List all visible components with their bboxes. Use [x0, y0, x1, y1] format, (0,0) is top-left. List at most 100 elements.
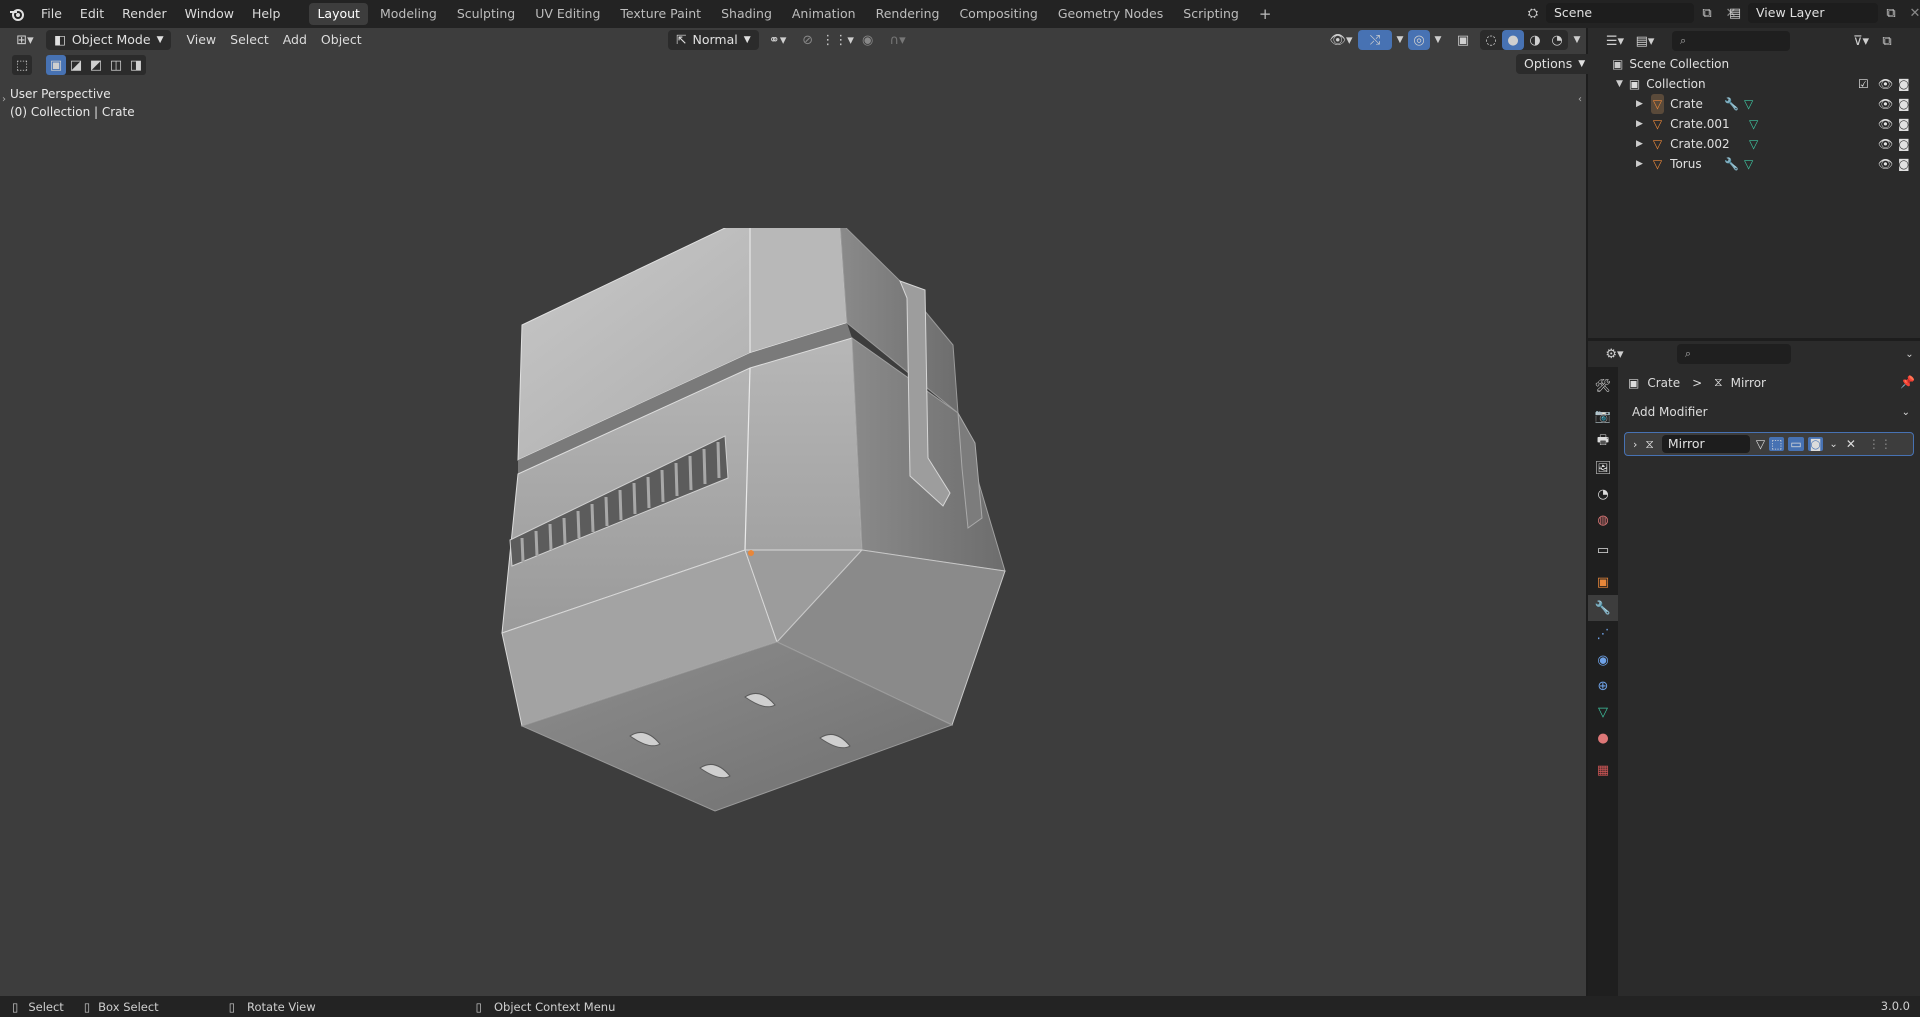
- select-new-icon[interactable]: ▣: [46, 55, 66, 75]
- new-collection-icon[interactable]: ⧉: [1876, 31, 1898, 51]
- display-mode-icon[interactable]: ▤▾: [1630, 31, 1660, 51]
- tab-shading[interactable]: Shading: [713, 3, 780, 25]
- material-shading-icon[interactable]: ◑: [1524, 30, 1546, 50]
- texture-tab-icon[interactable]: ▦: [1588, 757, 1618, 783]
- chevron-down-icon[interactable]: ▼: [1394, 30, 1406, 50]
- expand-icon[interactable]: ▶: [1636, 154, 1643, 174]
- tab-uv-editing[interactable]: UV Editing: [527, 3, 608, 25]
- expand-icon[interactable]: ▶: [1636, 114, 1643, 134]
- transform-orientation-dropdown[interactable]: ⇱ Normal ▼: [668, 30, 759, 50]
- tab-modeling[interactable]: Modeling: [372, 3, 445, 25]
- solid-shading-icon[interactable]: ●: [1502, 30, 1524, 50]
- eye-icon[interactable]: 👁: [1878, 74, 1893, 94]
- new-scene-icon[interactable]: ⧉: [1696, 3, 1718, 23]
- options-dropdown[interactable]: Options ▼: [1516, 54, 1594, 74]
- tab-rendering[interactable]: Rendering: [868, 3, 948, 25]
- physics-tab-icon[interactable]: ◉: [1588, 647, 1618, 673]
- collection-row[interactable]: ▼ ▣ Collection ☑ 👁 ◙: [1588, 74, 1920, 94]
- particles-tab-icon[interactable]: ⋰: [1588, 621, 1618, 647]
- constraints-tab-icon[interactable]: ⊕: [1588, 673, 1618, 699]
- checkbox-icon[interactable]: ☑: [1858, 74, 1869, 94]
- select-extend-icon[interactable]: ◪: [66, 55, 86, 75]
- camera-icon[interactable]: ◙: [1898, 114, 1910, 134]
- xray-icon[interactable]: ▣: [1452, 30, 1474, 50]
- delete-view-layer-icon[interactable]: ✕: [1904, 3, 1920, 23]
- camera-icon[interactable]: ◙: [1898, 134, 1910, 154]
- modifier-tab-icon[interactable]: 🔧: [1588, 595, 1618, 621]
- tab-geometry-nodes[interactable]: Geometry Nodes: [1050, 3, 1171, 25]
- pin-icon[interactable]: 📌: [1900, 375, 1915, 389]
- editor-type-icon[interactable]: ⚙▾: [1600, 344, 1629, 364]
- menu-file[interactable]: File: [32, 0, 71, 28]
- menu-view[interactable]: View: [179, 29, 223, 51]
- falloff-icon[interactable]: ∩▾: [883, 30, 913, 50]
- object-tab-icon[interactable]: ▣: [1588, 569, 1618, 595]
- outliner-item-crate-002[interactable]: ▶ ▽ Crate.002 ▽ 👁 ◙: [1588, 134, 1920, 154]
- snap-toggle-icon[interactable]: ⊘: [797, 30, 819, 50]
- crate-model[interactable]: [470, 228, 1030, 828]
- edit-mode-icon[interactable]: ⬚: [1769, 437, 1785, 451]
- add-workspace-button[interactable]: +: [1251, 3, 1280, 25]
- data-tab-icon[interactable]: ▽: [1588, 699, 1618, 725]
- mode-dropdown[interactable]: ◧ Object Mode ▼: [46, 30, 172, 50]
- tool-tab-icon[interactable]: 🛠: [1588, 373, 1618, 399]
- wireframe-shading-icon[interactable]: ◌: [1480, 30, 1502, 50]
- eye-icon[interactable]: 👁: [1878, 94, 1893, 114]
- tab-compositing[interactable]: Compositing: [951, 3, 1045, 25]
- world-tab-icon[interactable]: ◍: [1588, 507, 1618, 533]
- view-layer-icon[interactable]: ▤: [1724, 3, 1746, 23]
- menu-edit[interactable]: Edit: [71, 0, 113, 28]
- expand-icon[interactable]: ›: [1633, 438, 1637, 451]
- viewport-display-icon[interactable]: ▭: [1788, 437, 1804, 451]
- proportional-edit-icon[interactable]: ◉: [857, 30, 879, 50]
- scene-tab-icon[interactable]: ◔: [1588, 481, 1618, 507]
- camera-icon[interactable]: ◙: [1898, 94, 1910, 114]
- menu-window[interactable]: Window: [176, 0, 243, 28]
- scene-icon[interactable]: ⛭: [1522, 3, 1544, 23]
- tab-animation[interactable]: Animation: [784, 3, 864, 25]
- menu-help[interactable]: Help: [243, 0, 290, 28]
- select-invert-icon[interactable]: ◫: [106, 55, 126, 75]
- chevron-down-icon[interactable]: ▼: [1570, 30, 1584, 50]
- new-view-layer-icon[interactable]: ⧉: [1880, 3, 1902, 23]
- scene-collection-row[interactable]: ▣ Scene Collection: [1588, 54, 1920, 74]
- eye-icon[interactable]: 👁: [1878, 154, 1893, 174]
- menu-add[interactable]: Add: [276, 29, 314, 51]
- drag-handle-icon[interactable]: ⋮⋮: [1868, 437, 1892, 451]
- modifier-name-field[interactable]: Mirror: [1661, 435, 1750, 453]
- visibility-icon[interactable]: 👁▾: [1326, 30, 1356, 50]
- editor-type-icon[interactable]: ⊞▾: [8, 30, 42, 50]
- chevron-down-icon[interactable]: ⌄: [1899, 344, 1920, 364]
- scene-name-field[interactable]: Scene: [1546, 3, 1694, 23]
- select-tool-icon[interactable]: ⬚: [12, 55, 32, 75]
- menu-select[interactable]: Select: [223, 29, 276, 51]
- tab-scripting[interactable]: Scripting: [1175, 3, 1247, 25]
- expand-icon[interactable]: ▶: [1636, 94, 1643, 114]
- tab-sculpting[interactable]: Sculpting: [449, 3, 523, 25]
- render-display-icon[interactable]: ◙: [1807, 437, 1824, 451]
- properties-search-input[interactable]: ⌕: [1676, 344, 1791, 364]
- chevron-down-icon[interactable]: ▼: [1432, 30, 1444, 50]
- outliner-search-input[interactable]: ⌕: [1672, 31, 1790, 51]
- select-intersect-icon[interactable]: ◨: [126, 55, 146, 75]
- output-tab-icon[interactable]: 🖶: [1588, 429, 1618, 455]
- material-tab-icon[interactable]: ●: [1588, 725, 1618, 751]
- blender-logo-icon[interactable]: [2, 4, 32, 24]
- gizmo-icon[interactable]: ⤭: [1358, 30, 1392, 50]
- camera-icon[interactable]: ◙: [1898, 154, 1910, 174]
- menu-object[interactable]: Object: [314, 29, 369, 51]
- view-layer-tab-icon[interactable]: 🖼: [1588, 455, 1618, 481]
- expand-icon[interactable]: ▶: [1636, 134, 1643, 154]
- collection-tab-icon[interactable]: ▭: [1588, 537, 1618, 563]
- toolbar-toggle-icon[interactable]: ›: [2, 94, 6, 105]
- 3d-viewport[interactable]: ⊞▾ ◧ Object Mode ▼ View Select Add Objec…: [0, 28, 1594, 996]
- outliner-item-torus[interactable]: ▶ ▽ Torus 🔧 ▽ 👁 ◙: [1588, 154, 1920, 174]
- sidebar-toggle-icon[interactable]: ‹: [1578, 94, 1582, 105]
- editor-type-icon[interactable]: ☰▾: [1600, 31, 1630, 51]
- select-subtract-icon[interactable]: ◩: [86, 55, 106, 75]
- chevron-down-icon[interactable]: ⌄: [1829, 439, 1837, 450]
- view-layer-field[interactable]: View Layer: [1748, 3, 1878, 23]
- overlay-icon[interactable]: ◎: [1408, 30, 1430, 50]
- outliner-item-crate[interactable]: ▶ ▽ Crate 🔧 ▽ 👁 ◙: [1588, 94, 1920, 114]
- tab-texture-paint[interactable]: Texture Paint: [612, 3, 709, 25]
